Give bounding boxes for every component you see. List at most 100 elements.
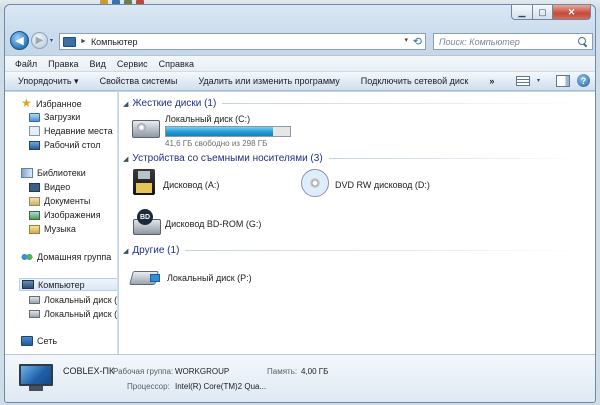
drive-c-label: Локальный диск (C:) xyxy=(165,114,251,124)
nav-recent-label: Недавние места xyxy=(44,126,113,136)
nav-desktop-label: Рабочий стол xyxy=(44,140,101,150)
group-header-removable[interactable]: ◢ Устройства со съемными носителями (3) xyxy=(123,153,585,164)
drive-c-usage-fill xyxy=(166,127,273,136)
removable-disk-icon xyxy=(131,265,161,287)
organize-button[interactable]: Упорядочить ▾ xyxy=(18,76,79,87)
pictures-library-icon xyxy=(29,210,40,220)
nav-downloads[interactable]: Загрузки xyxy=(29,112,80,122)
system-properties-button[interactable]: Свойства системы xyxy=(100,76,178,86)
floppy-tile[interactable]: Дисковод (A:) xyxy=(133,169,219,195)
menu-file[interactable]: Файл xyxy=(15,59,37,69)
navigation-pane: ★ Избранное Загрузки Недавние места Рабо… xyxy=(5,92,118,354)
navigation-bar: ◀ ▶ ▾ ► Компьютер ▾ ⟲ Поиск: Компьютер xyxy=(5,29,595,55)
nav-drive-p[interactable]: Локальный диск (Р xyxy=(29,309,118,319)
floppy-label: Дисковод (A:) xyxy=(163,180,220,190)
group-header-other[interactable]: ◢ Другие (1) xyxy=(123,245,585,256)
star-icon: ★ xyxy=(21,96,32,110)
nav-documents[interactable]: Документы xyxy=(29,196,90,206)
collapse-arrow-icon[interactable]: ◢ xyxy=(123,247,128,255)
menu-tools[interactable]: Сервис xyxy=(117,59,148,69)
nav-homegroup[interactable]: Домашняя группа xyxy=(21,252,111,262)
nav-favorites-label: Избранное xyxy=(36,98,82,109)
nav-drive-c[interactable]: Локальный диск (С xyxy=(29,295,117,305)
back-button[interactable]: ◀ xyxy=(10,31,29,50)
nav-network[interactable]: Сеть xyxy=(21,336,57,346)
collapse-arrow-icon[interactable]: ◢ xyxy=(123,155,128,163)
dvd-drive-icon xyxy=(301,169,329,197)
maximize-button[interactable]: ▢ xyxy=(533,5,553,20)
menu-edit[interactable]: Правка xyxy=(48,59,78,69)
search-input[interactable]: Поиск: Компьютер xyxy=(433,33,593,50)
command-bar: Упорядочить ▾ Свойства системы Удалить и… xyxy=(5,71,595,91)
nav-documents-label: Документы xyxy=(44,196,91,206)
forward-button[interactable]: ▶ xyxy=(31,32,48,49)
drive-p-label: Локальный диск (P:) xyxy=(167,273,252,283)
computer-icon xyxy=(19,364,53,392)
view-dropdown-icon[interactable]: ▾ xyxy=(537,77,540,84)
memory-label: Память: xyxy=(267,367,298,376)
homegroup-icon xyxy=(21,252,33,262)
network-icon xyxy=(21,336,33,346)
pc-name: COBLEX-ПК xyxy=(63,366,115,376)
bdrom-tile[interactable]: Дисковод BD-ROM (G:) xyxy=(131,209,261,235)
libraries-icon xyxy=(21,168,33,178)
computer-icon xyxy=(22,280,34,289)
help-icon[interactable]: ? xyxy=(577,74,590,87)
breadcrumb-separator-icon[interactable]: ► xyxy=(80,38,87,45)
minimize-button[interactable]: ▁ xyxy=(511,5,533,20)
dvd-tile[interactable]: DVD RW дисковод (D:) xyxy=(301,169,430,197)
nav-images-label: Изображения xyxy=(44,210,101,220)
group-header-hdd[interactable]: ◢ Жесткие диски (1) xyxy=(123,98,585,109)
group-title-removable: Устройства со съемными носителями (3) xyxy=(132,153,323,164)
menu-help[interactable]: Справка xyxy=(159,59,194,69)
collapse-arrow-icon[interactable]: ◢ xyxy=(123,100,128,108)
search-icon[interactable] xyxy=(577,36,589,48)
nav-homegroup-label: Домашняя группа xyxy=(37,252,112,262)
cpu-value: Intel(R) Core(TM)2 Qua... xyxy=(175,382,267,391)
preview-pane-icon[interactable] xyxy=(556,74,570,87)
close-button[interactable]: ✕ xyxy=(553,5,591,20)
nav-images[interactable]: Изображения xyxy=(29,210,101,220)
uninstall-program-button[interactable]: Удалить или изменить программу xyxy=(198,76,339,86)
address-dropdown-icon[interactable]: ▾ xyxy=(404,36,408,44)
menu-bar: Файл Правка Вид Сервис Справка xyxy=(5,55,595,71)
computer-icon xyxy=(63,36,76,47)
more-commands-button[interactable]: » xyxy=(489,76,494,86)
nav-drive-p-label: Локальный диск (Р xyxy=(44,309,118,319)
drive-c-info: Локальный диск (C:) 41,6 ГБ свободно из … xyxy=(165,114,291,148)
nav-desktop[interactable]: Рабочий стол xyxy=(29,140,101,150)
drive-p-tile[interactable]: Локальный диск (P:) xyxy=(131,265,252,287)
explorer-window: ▁ ▢ ✕ ◀ ▶ ▾ ► Компьютер ▾ ⟲ Поиск: Компь… xyxy=(4,4,596,403)
desktop-icon xyxy=(29,140,40,150)
nav-video[interactable]: Видео xyxy=(29,182,70,192)
music-library-icon xyxy=(29,224,40,234)
video-library-icon xyxy=(29,182,40,192)
nav-video-label: Видео xyxy=(44,182,71,192)
drive-c-tile[interactable]: Локальный диск (C:) 41,6 ГБ свободно из … xyxy=(131,114,291,148)
map-network-drive-button[interactable]: Подключить сетевой диск xyxy=(361,76,469,86)
nav-network-label: Сеть xyxy=(37,336,58,346)
nav-music-label: Музыка xyxy=(44,224,76,234)
change-view-icon[interactable] xyxy=(515,75,530,86)
group-title-other: Другие (1) xyxy=(132,245,180,256)
nav-computer[interactable]: Компьютер xyxy=(19,278,117,291)
refresh-icon[interactable]: ⟲ xyxy=(413,35,422,48)
nav-libraries-label: Библиотеки xyxy=(37,168,86,178)
floppy-drive-icon xyxy=(133,169,155,195)
caption-buttons: ▁ ▢ ✕ xyxy=(511,5,591,20)
content-pane: ◢ Жесткие диски (1) Локальный диск (C:) … xyxy=(119,92,595,354)
documents-library-icon xyxy=(29,196,40,206)
nav-computer-label: Компьютер xyxy=(38,279,85,290)
bdrom-label: Дисковод BD-ROM (G:) xyxy=(165,219,262,229)
nav-libraries[interactable]: Библиотеки xyxy=(21,168,86,178)
nav-recent-places[interactable]: Недавние места xyxy=(29,126,113,136)
address-bar[interactable]: ► Компьютер ▾ ⟲ xyxy=(59,33,426,50)
menu-view[interactable]: Вид xyxy=(90,59,106,69)
history-dropdown-icon[interactable]: ▾ xyxy=(50,37,53,44)
nav-music[interactable]: Музыка xyxy=(29,224,76,234)
group-divider xyxy=(222,103,585,104)
drive-c-free-space: 41,6 ГБ свободно из 298 ГБ xyxy=(165,139,268,148)
recent-places-icon xyxy=(29,126,40,136)
nav-favorites[interactable]: ★ Избранное xyxy=(21,96,82,110)
breadcrumb-computer[interactable]: Компьютер xyxy=(91,37,138,47)
